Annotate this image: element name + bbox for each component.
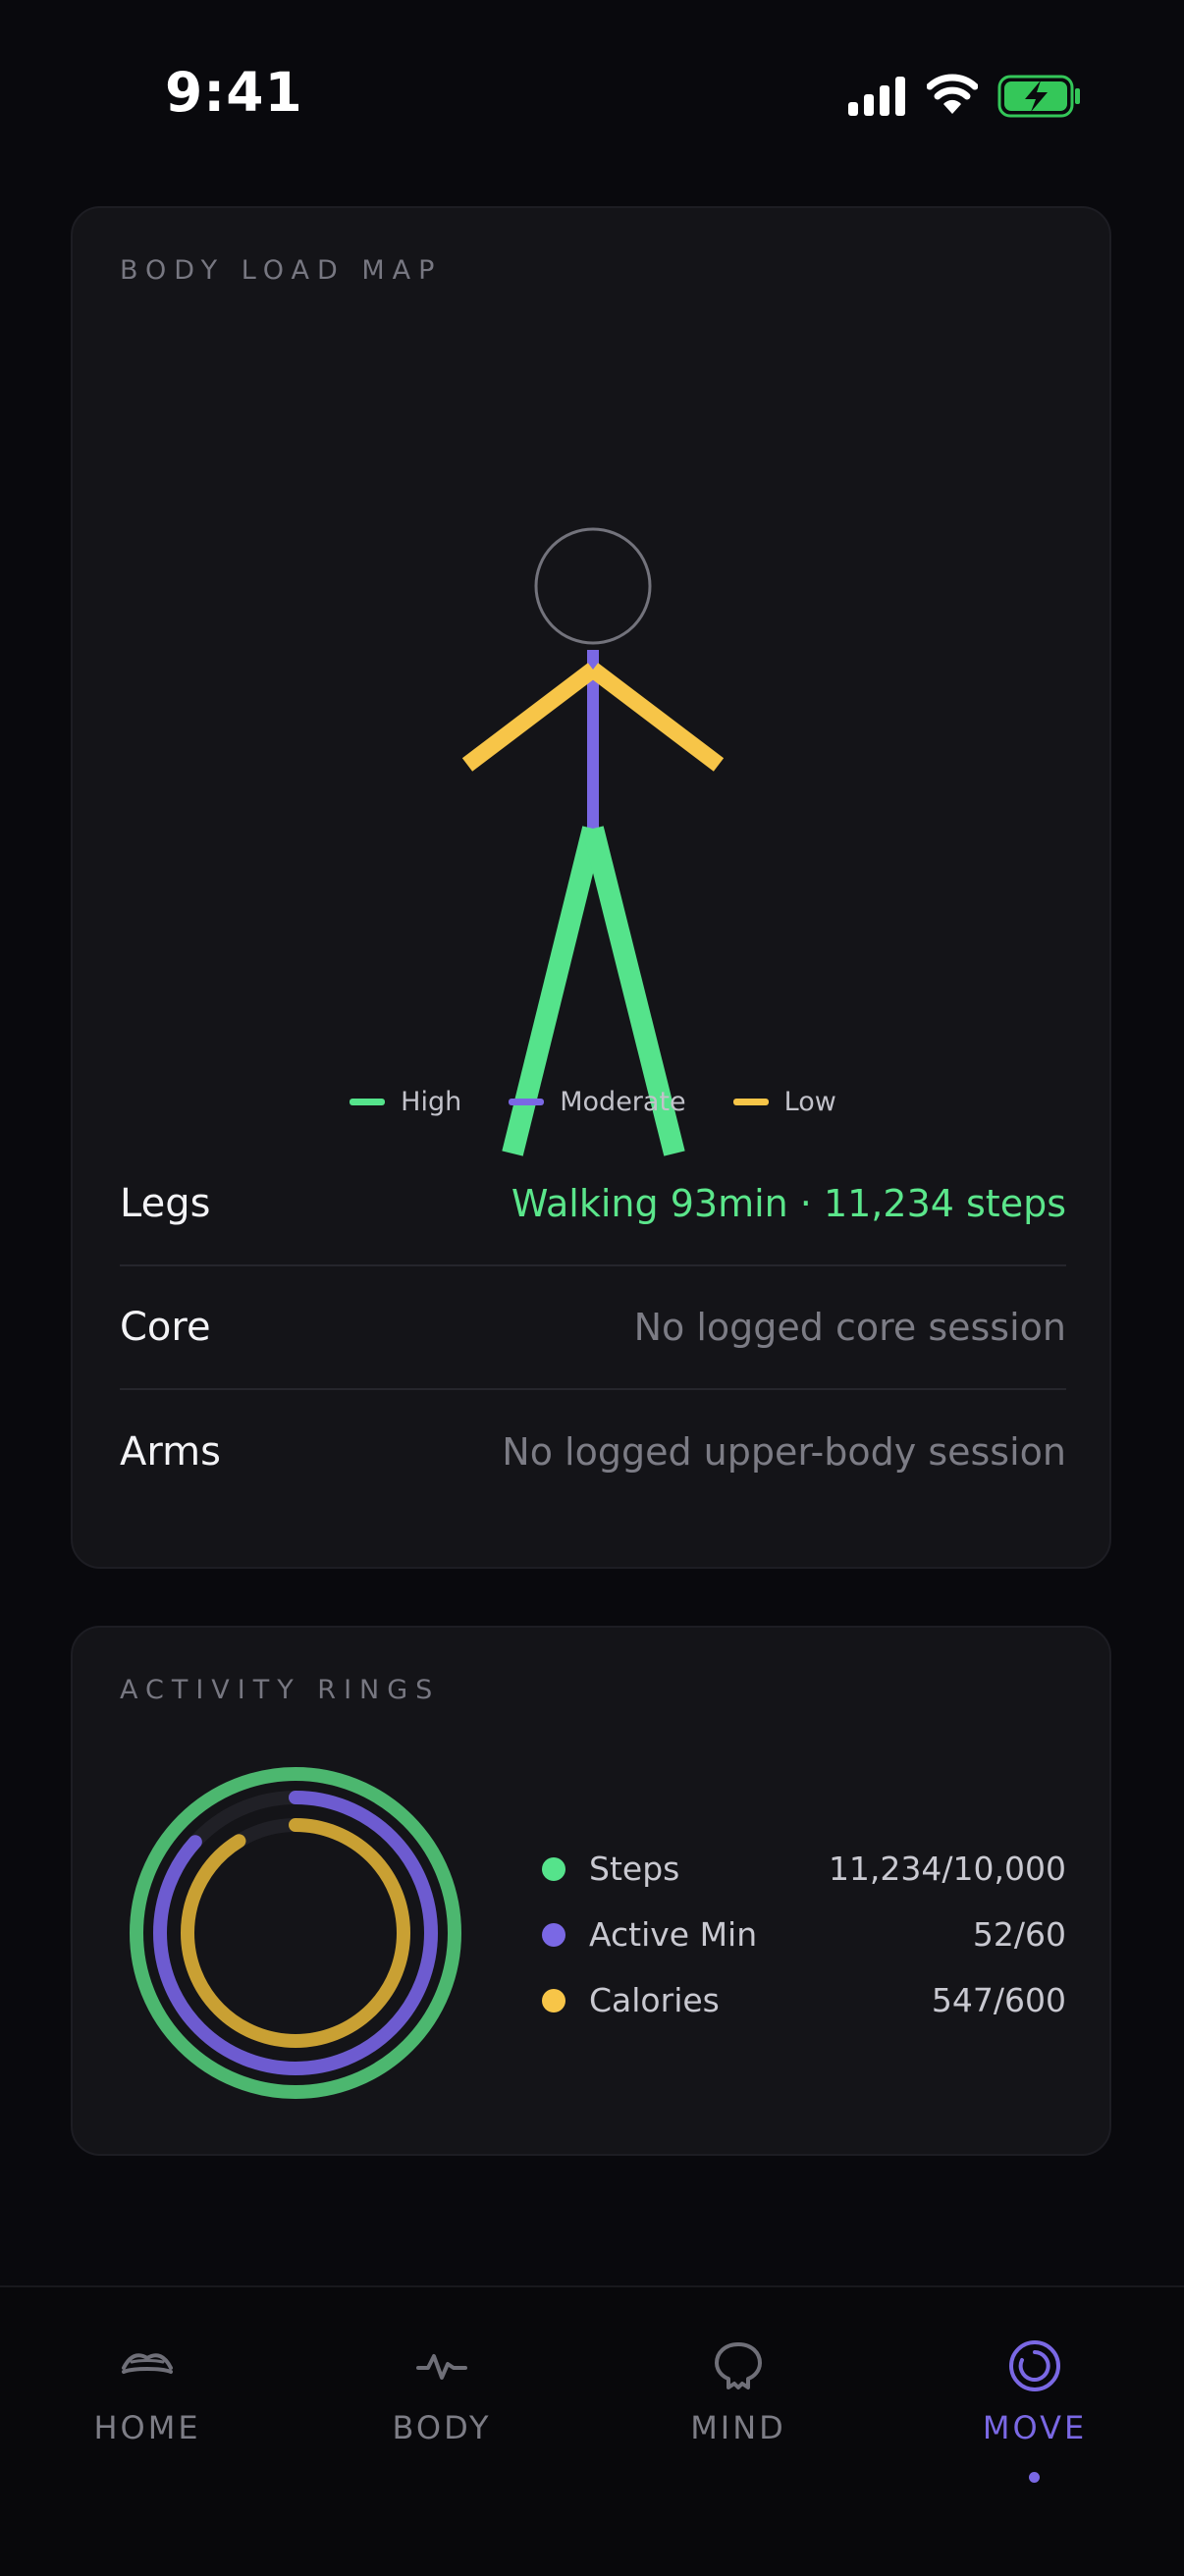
body-load-map-title: BODY LOAD MAP [120, 255, 443, 286]
ring-dot-calories [542, 1988, 565, 2012]
load-legend: High Moderate Low [73, 1072, 1113, 1131]
signal-icon [848, 77, 905, 116]
ring-value: 11,234/10,000 [828, 1850, 1066, 1888]
ring-label: Steps [589, 1850, 680, 1888]
tab-label: HOME [93, 2409, 201, 2446]
legend-moderate: Moderate [509, 1086, 686, 1117]
tab-home[interactable]: HOME [29, 2313, 265, 2509]
tab-move[interactable]: MOVE [917, 2313, 1153, 2509]
tab-mind[interactable]: MIND [620, 2313, 856, 2509]
home-icon [122, 2353, 173, 2374]
activity-rings [130, 1767, 461, 2099]
load-row-core[interactable]: Core No logged core session [120, 1266, 1066, 1390]
load-row-legs[interactable]: Legs Walking 93min · 11,234 steps [120, 1143, 1066, 1266]
figure-left-arm [461, 663, 599, 772]
activity-rings-title: ACTIVITY RINGS [120, 1675, 441, 1705]
ring-row-steps[interactable]: Steps 11,234/10,000 [542, 1836, 1066, 1902]
status-bar: 9:41 [0, 0, 1184, 147]
legend-low: Low [732, 1086, 836, 1117]
activity-rings-card: ACTIVITY RINGS Steps 11,234/10,000 Activ… [71, 1626, 1111, 2156]
ring-label: Calories [589, 1981, 720, 2019]
tab-body[interactable]: BODY [324, 2313, 560, 2509]
load-detail: No logged upper-body session [502, 1430, 1066, 1474]
brain-icon [715, 2342, 762, 2389]
ring-row-calories[interactable]: Calories 547/600 [542, 1967, 1066, 2033]
legend-label: Moderate [560, 1086, 686, 1117]
wifi-icon [927, 74, 978, 114]
pulse-icon [416, 2354, 467, 2380]
figure-head [534, 527, 652, 645]
body-load-map-card: BODY LOAD MAP High Moderate Low Legs Wal… [71, 206, 1111, 1569]
ring-active-min [153, 1791, 438, 2075]
load-rows: Legs Walking 93min · 11,234 steps Core N… [120, 1143, 1066, 1514]
load-detail: No logged core session [633, 1306, 1066, 1349]
status-time: 9:41 [165, 61, 303, 124]
legend-swatch-high [350, 1098, 386, 1105]
legend-label: Low [783, 1086, 836, 1117]
battery-charging-icon [997, 75, 1080, 118]
ring-dot-steps [542, 1856, 565, 1881]
load-row-arms[interactable]: Arms No logged upper-body session [120, 1390, 1066, 1514]
load-part-label: Core [120, 1305, 211, 1350]
ring-calories [181, 1818, 410, 2048]
active-tab-indicator [1029, 2472, 1040, 2483]
ring-label: Active Min [589, 1915, 758, 1954]
ring-legend: Steps 11,234/10,000 Active Min 52/60 Cal… [542, 1836, 1066, 2033]
legend-swatch-low [732, 1098, 769, 1105]
load-part-label: Arms [120, 1429, 221, 1475]
legend-label: High [401, 1086, 462, 1117]
ring-icon [1009, 2340, 1060, 2391]
figure-right-arm [587, 663, 725, 772]
tab-label: MOVE [982, 2409, 1088, 2446]
ring-value: 547/600 [931, 1981, 1066, 2019]
legend-high: High [350, 1087, 461, 1117]
ring-dot-active-min [542, 1922, 565, 1947]
tab-bar: HOME BODY MIND MOVE [0, 2285, 1184, 2576]
tab-label: MIND [690, 2409, 786, 2446]
ring-value: 52/60 [972, 1915, 1066, 1954]
load-detail: Walking 93min · 11,234 steps [511, 1182, 1066, 1225]
legend-swatch-moderate [509, 1098, 545, 1105]
tab-label: BODY [392, 2409, 492, 2446]
ring-row-active-min[interactable]: Active Min 52/60 [542, 1902, 1066, 1967]
load-part-label: Legs [120, 1181, 211, 1226]
